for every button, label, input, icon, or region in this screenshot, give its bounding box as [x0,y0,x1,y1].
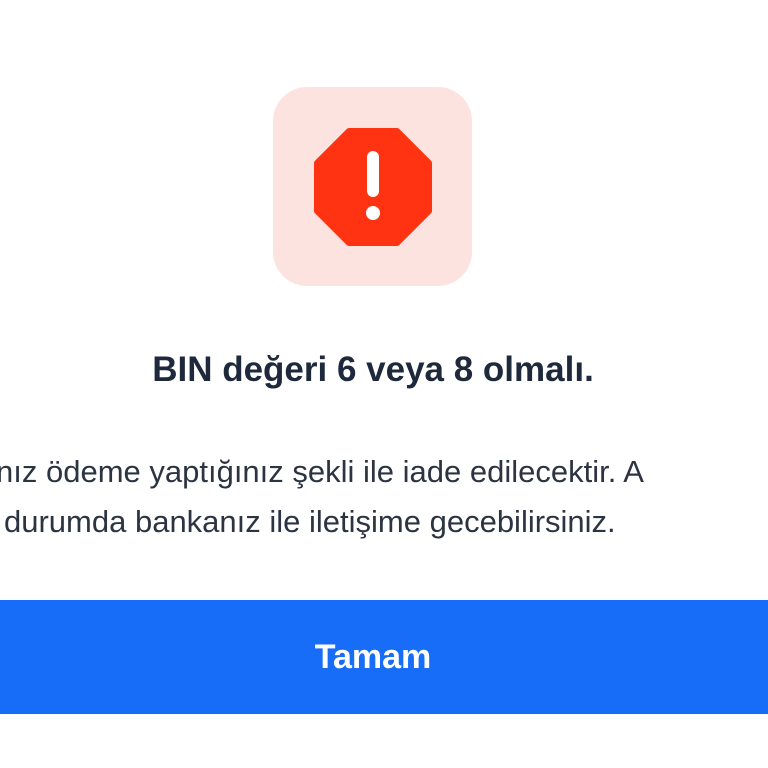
ok-button[interactable]: Tamam [0,600,768,714]
dialog-message-line: nız ödeme yaptığınız şekli ile iade edil… [0,454,644,489]
dialog-message: nız ödeme yaptığınız şekli ile iade edil… [0,447,756,547]
dialog-message-line: durumda bankanız ile iletişime gecebilir… [4,504,616,539]
dialog-title: BIN değeri 6 veya 8 olmalı. [152,350,594,389]
alert-icon-tile [273,87,472,286]
alert-octagon-icon [313,127,432,246]
alert-dialog: BIN değeri 6 veya 8 olmalı. nız ödeme ya… [0,0,768,768]
